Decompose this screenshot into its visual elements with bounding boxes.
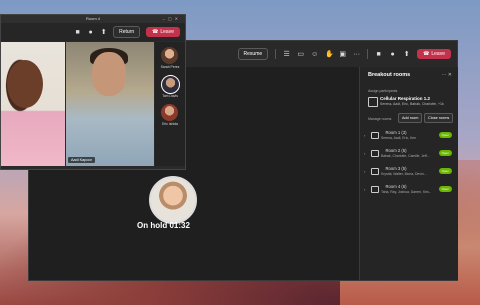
on-hold-status: On hold 01:32 [137,221,190,230]
rooms-icon[interactable]: ▣ [339,51,346,58]
room-participants: Krystal, Walter, Mona, Devin... [381,172,427,176]
room-window-titlebar: Room 4 –▢✕ [1,15,185,23]
status-badge: Open [438,168,452,174]
expand-icon[interactable]: › [364,187,365,192]
avatar[interactable] [161,47,178,64]
room-participants: Serena, Aadi, Eric, Ken [381,136,417,140]
add-room-button[interactable]: Add room [398,113,423,123]
phone-icon: ☎ [423,51,430,57]
status-badge: Open [438,132,452,138]
participant-roster: Sarah Perez Tom Davis Eric Ishida [155,42,185,166]
avatar[interactable] [161,75,180,94]
room-meeting-window: Room 4 –▢✕ ■ ● ⬆ Return ☎ Leave Aadi Kap… [0,14,186,170]
raise-hand-icon[interactable]: ✋ [325,51,334,58]
participant-video [1,42,65,166]
window-controls[interactable]: –▢✕ [163,15,181,23]
resume-button[interactable]: Resume [237,48,269,60]
share-icon[interactable]: ⬆ [403,51,410,58]
room-icon [368,97,378,107]
room-row[interactable]: › Room 2 (5) Babak, Charlotte, Camille, … [364,147,452,163]
roster-name: Eric Ishida [162,122,178,126]
assigned-room-row[interactable]: Cellular Respiration 1.2 Serena, Aadi, E… [368,95,452,109]
on-hold-avatar [149,176,197,224]
expand-icon[interactable]: › [364,133,365,138]
status-badge: Open [438,186,452,192]
status-badge: Open [438,150,452,156]
assigned-room-name: Cellular Respiration 1.2 [380,96,431,101]
breakout-rooms-panel: Breakout rooms ··· ✕ Assign participants… [359,67,458,280]
expand-icon[interactable]: › [364,151,365,156]
roster-name: Sarah Perez [160,65,180,69]
roster-name: Tom Davis [162,94,178,98]
room-row[interactable]: › Room 1 (3) Serena, Aadi, Eric, Ken Ope… [364,129,452,145]
avatar[interactable] [161,104,178,121]
panel-title: Breakout rooms [368,72,411,78]
camera-icon[interactable]: ■ [74,29,81,36]
participant-video: Aadi Kapoor [66,42,154,166]
panel-controls: ··· ✕ [441,72,452,78]
participant-name-tag: Aadi Kapoor [68,157,95,163]
assign-participants-label: Assign participants [368,89,398,93]
room-name: Room 2 (5) [385,148,407,153]
room-name: Room 4 (6) [385,184,407,189]
leave-button[interactable]: ☎ Leave [417,49,451,59]
share-icon[interactable]: ⬆ [100,29,107,36]
leave-label: Leave [160,29,174,35]
leave-button[interactable]: ☎ Leave [146,27,180,37]
return-button[interactable]: Return [113,26,141,38]
mic-icon[interactable]: ● [87,29,94,36]
expand-icon[interactable]: › [364,169,365,174]
room-row[interactable]: › Room 3 (5) Krystal, Walter, Mona, Devi… [364,165,452,181]
camera-icon[interactable]: ■ [375,51,382,58]
participants-icon[interactable]: ☰ [283,51,290,58]
room-window-title: Room 4 [85,16,100,21]
room-name: Room 3 (5) [385,166,407,171]
mic-icon[interactable]: ● [389,51,396,58]
room-participants: Babak, Charlotte, Camille, Jeff... [381,154,430,158]
room-participants: Taha, Ray, Joshua, Darren, Kris... [381,190,431,194]
manage-rooms-label: Manage rooms [368,117,392,121]
close-icon[interactable]: ✕ [448,72,452,78]
room-name: Room 1 (3) [385,130,407,135]
room-toolbar: ■ ● ⬆ Return ☎ Leave [1,23,185,41]
participant-face [7,60,43,108]
room-icon [371,150,379,157]
chat-icon[interactable]: ▭ [297,51,304,58]
participant-face [92,52,126,96]
toolbar-divider [275,49,277,59]
toolbar-divider [367,49,369,59]
more-options-icon[interactable]: ··· [353,51,360,58]
room-icon [371,168,379,175]
close-rooms-button[interactable]: Close rooms [424,113,454,123]
leave-label: Leave [431,51,445,57]
room-row[interactable]: › Room 4 (6) Taha, Ray, Joshua, Darren, … [364,183,452,199]
room-icon [371,186,379,193]
room-icon [371,132,379,139]
reactions-icon[interactable]: ☺ [311,51,318,58]
phone-icon: ☎ [152,29,159,35]
assigned-room-participants: Serena, Aadi, Eric, Babak, Charlotte, +1… [380,102,444,106]
